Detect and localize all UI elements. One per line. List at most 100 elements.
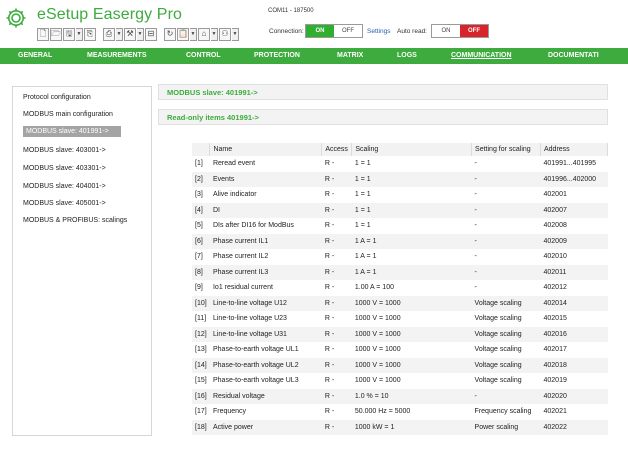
access-cell: R -: [321, 357, 352, 373]
scaling-cell: 1000 V = 1000: [351, 311, 472, 327]
table-row[interactable]: [1] Reread event R -1 = 1-401991...401995: [192, 156, 608, 172]
connection-on-button[interactable]: ON: [306, 25, 334, 37]
table-row[interactable]: [14] Phase-to-earth voltage UL2 R -1000 V …: [192, 357, 608, 373]
user-dropdown-chevron-icon[interactable]: ▼: [232, 27, 239, 41]
refresh-icon[interactable]: ↻: [164, 27, 176, 41]
table-row[interactable]: [2] Events R -1 = 1-401996...402000: [192, 171, 608, 187]
address-cell: 402020: [540, 388, 608, 404]
save-dropdown-chevron-icon[interactable]: ▼: [76, 27, 83, 41]
device-icon[interactable]: ⌂: [198, 27, 210, 41]
table-row[interactable]: [11] Line-to-line voltage U23 R -1000 V = …: [192, 311, 608, 327]
scaling-cell: 1000 V = 1000: [351, 342, 472, 358]
autoread-on-button[interactable]: ON: [432, 25, 460, 37]
print-icon[interactable]: ⎙: [103, 27, 115, 41]
table-row[interactable]: [13] Phase-to-earth voltage UL1 R -1000 V …: [192, 342, 608, 358]
table-row[interactable]: [15] Phase-to-earth voltage UL3 R -1000 V …: [192, 373, 608, 389]
menu-documentation[interactable]: DOCUMENTATI: [548, 52, 599, 59]
menu-communication[interactable]: COMMUNICATION: [451, 52, 512, 59]
scaling-cell: 1 = 1: [351, 202, 472, 218]
save-icon[interactable]: 🖫: [63, 27, 75, 41]
column-header-address[interactable]: Address: [540, 143, 608, 156]
setting-for-scaling-cell: -: [471, 218, 541, 234]
report-dropdown-chevron-icon[interactable]: ▼: [190, 27, 197, 41]
row-index: [12]: [192, 326, 210, 342]
access-cell: R -: [321, 311, 352, 327]
address-cell: 402016: [540, 326, 608, 342]
row-index: [18]: [192, 419, 210, 435]
setting-for-scaling-cell: -: [471, 280, 541, 296]
table-header-row: Name Access Scaling Setting for scaling …: [192, 143, 608, 156]
address-cell: 402009: [540, 233, 608, 249]
item-name: Frequency: [209, 404, 322, 420]
menu-protection[interactable]: PROTECTION: [254, 52, 300, 59]
table-row[interactable]: [16] Residual voltage R -1.0 % = 10-402020: [192, 388, 608, 404]
row-index: [2]: [192, 171, 210, 187]
table-row[interactable]: [9] Io1 residual current R -1.00 A = 100-4…: [192, 280, 608, 296]
print-dropdown-chevron-icon[interactable]: ▼: [116, 27, 123, 41]
access-cell: R -: [321, 280, 352, 296]
column-header-setting-for-scaling[interactable]: Setting for scaling: [471, 143, 541, 156]
menu-control[interactable]: CONTROL: [186, 52, 221, 59]
table-row[interactable]: [6] Phase current IL1 R -1 A = 1-402009: [192, 233, 608, 249]
access-cell: R -: [321, 373, 352, 389]
table-row[interactable]: [18] Active power R -1000 kW = 1 Power scal…: [192, 419, 608, 435]
scaling-cell: 50.000 Hz = 5000: [351, 404, 472, 420]
open-folder-icon[interactable]: 🗁: [50, 27, 62, 41]
sidebar-item-modbus-slave-403001[interactable]: MODBUS slave: 403001->: [23, 147, 106, 154]
access-cell: R -: [321, 202, 352, 218]
table-row[interactable]: [4] DI R -1 = 1-402007: [192, 202, 608, 218]
sidebar-item-modbus-slave-405001[interactable]: MODBUS slave: 405001->: [23, 200, 106, 207]
scaling-cell: 1 = 1: [351, 156, 472, 172]
menu-logs[interactable]: LOGS: [397, 52, 417, 59]
sidebar-item-modbus-main-configuration[interactable]: MODBUS main configuration: [23, 111, 113, 118]
column-header-scaling[interactable]: Scaling: [351, 143, 473, 156]
autoread-off-button[interactable]: OFF: [460, 25, 488, 37]
row-index: [16]: [192, 388, 210, 404]
connection-toggle[interactable]: ON OFF: [305, 24, 363, 38]
sidebar-item-modbus-slave-403301[interactable]: MODBUS slave: 403301->: [23, 165, 106, 172]
settings-link[interactable]: Settings: [367, 28, 391, 35]
access-cell: R -: [321, 342, 352, 358]
user-icon[interactable]: ⚇: [219, 27, 231, 41]
setting-for-scaling-cell: -: [471, 264, 541, 280]
new-file-icon[interactable]: 🗋: [37, 27, 49, 41]
gear-logo-icon: [6, 8, 26, 28]
table-row[interactable]: [12] Line-to-line voltage U31 R -1000 V = …: [192, 326, 608, 342]
column-header-access[interactable]: Access: [321, 143, 353, 156]
setting-for-scaling-cell: Frequency scaling: [471, 404, 541, 420]
sidebar-item-modbus-slave-404001[interactable]: MODBUS slave: 404001->: [23, 183, 106, 190]
item-name: Active power: [209, 419, 322, 435]
mimic-icon[interactable]: ⊟: [145, 27, 157, 41]
setting-for-scaling-cell: Voltage scaling: [471, 342, 541, 358]
menu-measurements[interactable]: MEASUREMENTS: [87, 52, 147, 59]
tools-dropdown-chevron-icon[interactable]: ▼: [137, 27, 144, 41]
clipboard-icon[interactable]: ⎘: [84, 27, 96, 41]
main-menu: GENERAL MEASUREMENTS CONTROL PROTECTION …: [0, 48, 628, 64]
row-index: [7]: [192, 249, 210, 265]
app-header: eSetup Easergy Pro 🗋 🗁 🖫 ▼ ⎘ ⎙ ▼ ⚒ ▼ ⊟ ↻…: [0, 0, 628, 48]
scaling-cell: 1000 V = 1000: [351, 326, 472, 342]
sidebar-item-protocol-configuration[interactable]: Protocol configuration: [23, 94, 91, 101]
device-dropdown-chevron-icon[interactable]: ▼: [211, 27, 218, 41]
access-cell: R -: [321, 218, 352, 234]
address-cell: 401996...402000: [540, 171, 608, 187]
table-row[interactable]: [17] Frequency R -50.000 Hz = 5000 Frequenc…: [192, 404, 608, 420]
report-icon[interactable]: 📋: [177, 27, 189, 41]
subsection-title: Read-only items 401991->: [167, 113, 259, 122]
table-row[interactable]: [10] Line-to-line voltage U12 R -1000 V = …: [192, 295, 608, 311]
menu-general[interactable]: GENERAL: [18, 52, 52, 59]
sidebar-item-modbus-slave-401991[interactable]: MODBUS slave: 401991->: [23, 126, 121, 137]
setting-for-scaling-cell: -: [471, 187, 541, 203]
table-row[interactable]: [5] DIs after DI16 for ModBus R -1 = 1-402…: [192, 218, 608, 234]
connection-off-button[interactable]: OFF: [334, 25, 362, 37]
table-row[interactable]: [3] Alive indicator R -1 = 1-402001: [192, 187, 608, 203]
item-name: Line-to-line voltage U31: [209, 326, 322, 342]
scaling-cell: 1 A = 1: [351, 264, 472, 280]
tools-icon[interactable]: ⚒: [124, 27, 136, 41]
column-header-name[interactable]: Name: [209, 143, 323, 156]
autoread-toggle[interactable]: ON OFF: [431, 24, 489, 38]
menu-matrix[interactable]: MATRIX: [337, 52, 363, 59]
table-row[interactable]: [8] Phase current IL3 R -1 A = 1-402011: [192, 264, 608, 280]
table-row[interactable]: [7] Phase current IL2 R -1 A = 1-402010: [192, 249, 608, 265]
sidebar-item-modbus-profibus-scalings[interactable]: MODBUS & PROFIBUS: scalings: [23, 217, 127, 224]
